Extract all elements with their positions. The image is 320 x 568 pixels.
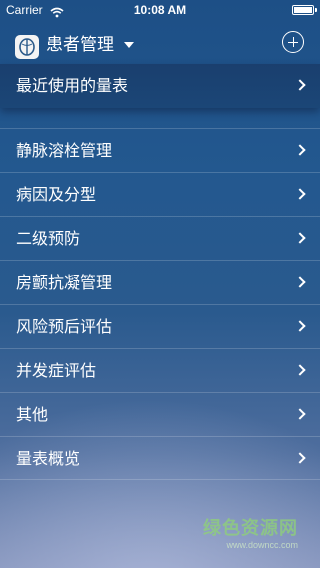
- menu-item-label: 二级预防: [16, 229, 81, 248]
- chevron-right-icon: [294, 276, 306, 288]
- menu-item-other[interactable]: 其他: [0, 392, 320, 436]
- watermark: 绿色资源网 www.downcc.com: [203, 514, 298, 550]
- menu-item-risk-prognosis[interactable]: 风险预后评估: [0, 304, 320, 348]
- status-bar: Carrier 10:08 AM: [0, 0, 320, 20]
- chevron-right-icon: [294, 452, 306, 464]
- add-button[interactable]: [282, 31, 304, 53]
- recent-scales-row[interactable]: 最近使用的量表: [0, 64, 320, 108]
- battery-icon: [292, 5, 317, 15]
- chevron-right-icon: [294, 232, 306, 244]
- menu-item-complications[interactable]: 并发症评估: [0, 348, 320, 392]
- menu-list: 静脉溶栓管理 病因及分型 二级预防 房颤抗凝管理 风险预后评估 并发症评估 其他…: [0, 128, 320, 480]
- menu-item-label: 房颤抗凝管理: [16, 273, 113, 292]
- chevron-right-icon: [294, 188, 306, 200]
- watermark-title: 绿色资源网: [203, 518, 298, 539]
- chevron-right-icon: [294, 79, 306, 91]
- watermark-url: www.downcc.com: [226, 540, 298, 550]
- menu-item-label: 并发症评估: [16, 361, 97, 380]
- menu-item-thrombolysis[interactable]: 静脉溶栓管理: [0, 128, 320, 172]
- navigation-bar: 患者管理: [0, 20, 320, 64]
- page-title-dropdown[interactable]: 患者管理: [46, 33, 114, 57]
- clock: 10:08 AM: [133, 3, 187, 17]
- chevron-right-icon: [294, 364, 306, 376]
- menu-item-af-anticoagulation[interactable]: 房颤抗凝管理: [0, 260, 320, 304]
- menu-item-label: 病因及分型: [16, 185, 97, 204]
- chevron-right-icon: [294, 320, 306, 332]
- chevron-right-icon: [294, 144, 306, 156]
- menu-item-scale-overview[interactable]: 量表概览: [0, 436, 320, 480]
- menu-item-label: 静脉溶栓管理: [16, 141, 113, 160]
- menu-item-secondary-prevention[interactable]: 二级预防: [0, 216, 320, 260]
- chevron-right-icon: [294, 408, 306, 420]
- app-logo-icon: [15, 35, 39, 59]
- menu-item-etiology[interactable]: 病因及分型: [0, 172, 320, 216]
- menu-item-label: 风险预后评估: [16, 317, 113, 336]
- menu-item-label: 其他: [16, 405, 49, 424]
- menu-item-label: 量表概览: [16, 449, 81, 468]
- chevron-down-icon[interactable]: [124, 42, 134, 48]
- recent-scales-label: 最近使用的量表: [16, 76, 129, 95]
